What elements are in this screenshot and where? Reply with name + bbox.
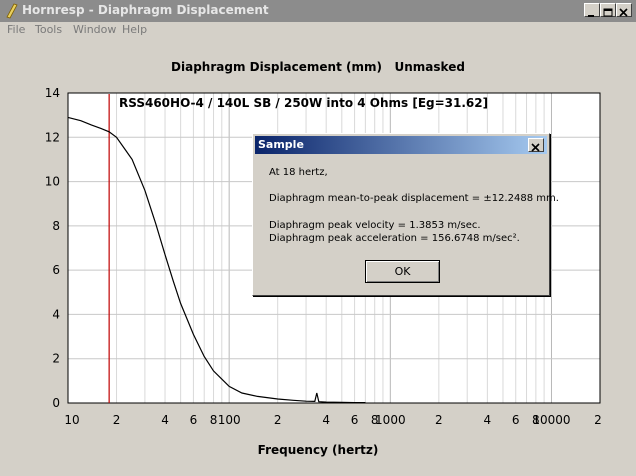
dialog-title: Sample: [258, 138, 304, 151]
y-tick-label: 14: [45, 86, 60, 100]
dialog-close-button[interactable]: [528, 138, 544, 152]
hornresp-window: Hornresp - Diaphragm Displacement File T…: [0, 0, 636, 476]
x-tick-label: 4: [161, 413, 169, 427]
x-tick-label: 2: [274, 413, 282, 427]
x-tick-label: 2: [594, 413, 602, 427]
x-tick-label: 10: [64, 413, 79, 427]
y-tick-label: 6: [52, 263, 60, 277]
dialog-title-bar[interactable]: Sample: [255, 136, 547, 154]
x-tick-label: 8: [210, 413, 218, 427]
x-tick-label: 1000: [375, 413, 406, 427]
x-tick-label: 6: [512, 413, 520, 427]
plot-caption: RSS460HO-4 / 140L SB / 250W into 4 Ohms …: [119, 96, 488, 110]
y-tick-label: 12: [45, 130, 60, 144]
x-tick-label: 2: [113, 413, 121, 427]
x-tick-label: 6: [351, 413, 359, 427]
x-tick-label: 10000: [532, 413, 570, 427]
x-tick-label: 2: [435, 413, 443, 427]
x-tick-label: 4: [484, 413, 492, 427]
dialog-displacement-text: Diaphragm mean-to-peak displacement = ±1…: [269, 193, 559, 204]
ok-button[interactable]: OK: [365, 260, 440, 283]
x-tick-label: 4: [322, 413, 330, 427]
y-tick-label: 8: [52, 219, 60, 233]
y-tick-label: 0: [52, 396, 60, 410]
x-axis-label: Frequency (hertz): [257, 443, 379, 457]
y-tick-label: 2: [52, 352, 60, 366]
dialog-frequency-text: At 18 hertz,: [269, 167, 328, 178]
close-icon: [531, 143, 540, 152]
y-tick-label: 4: [52, 307, 60, 321]
sample-dialog: Sample At 18 hertz, Diaphragm mean-to-pe…: [252, 133, 559, 296]
x-tick-label: 100: [218, 413, 241, 427]
y-tick-label: 10: [45, 175, 60, 189]
x-tick-label: 6: [190, 413, 198, 427]
dialog-acceleration-text: Diaphragm peak acceleration = 156.6748 m…: [269, 233, 520, 244]
dialog-velocity-text: Diaphragm peak velocity = 1.3853 m/sec.: [269, 220, 481, 231]
